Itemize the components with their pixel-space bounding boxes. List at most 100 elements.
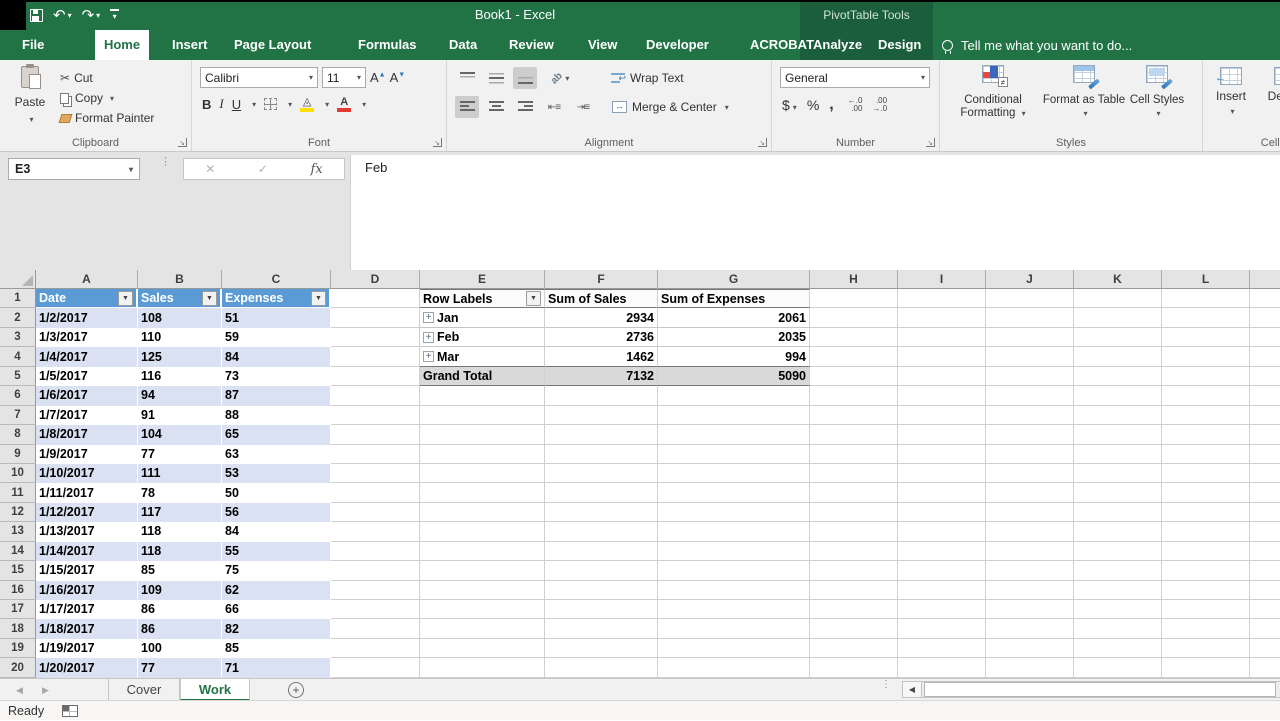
column-header-E[interactable]: E — [420, 270, 545, 289]
cell-I10[interactable] — [898, 464, 986, 483]
cell-F19[interactable] — [545, 639, 658, 658]
tab-acrobat[interactable]: ACROBAT — [750, 30, 814, 60]
cell-D14[interactable] — [331, 542, 420, 561]
cell-A14[interactable]: 1/14/2017 — [36, 542, 138, 561]
cell-K18[interactable] — [1074, 619, 1162, 638]
hscroll-left-arrow[interactable]: ◀ — [902, 681, 922, 698]
tab-review[interactable]: Review — [509, 30, 554, 60]
cell-M20[interactable] — [1250, 658, 1280, 677]
cell-I11[interactable] — [898, 483, 986, 502]
row-header-4[interactable]: 4 — [0, 347, 36, 366]
cell-D16[interactable] — [331, 581, 420, 600]
column-header-G[interactable]: G — [658, 270, 810, 289]
italic-button[interactable]: I — [219, 96, 223, 112]
expand-icon[interactable]: + — [423, 332, 434, 343]
cell-L13[interactable] — [1162, 522, 1250, 541]
cell-B3[interactable]: 110 — [138, 328, 222, 347]
filter-icon[interactable]: ▼ — [118, 291, 133, 306]
cell-F20[interactable] — [545, 658, 658, 677]
row-header-10[interactable]: 10 — [0, 464, 36, 483]
column-header-K[interactable]: K — [1074, 270, 1162, 289]
format-as-table-button[interactable]: Format as Table ▾ — [1042, 65, 1126, 120]
cell-A12[interactable]: 1/12/2017 — [36, 503, 138, 522]
cell-H1[interactable] — [810, 289, 898, 308]
cell-J3[interactable] — [986, 328, 1074, 347]
cell-F7[interactable] — [545, 406, 658, 425]
cell-E12[interactable] — [420, 503, 545, 522]
increase-font-size-button[interactable]: A▲ — [370, 70, 386, 85]
cell-L16[interactable] — [1162, 581, 1250, 600]
font-name-select[interactable]: Calibri▾ — [200, 67, 318, 88]
row-header-9[interactable]: 9 — [0, 445, 36, 464]
cell-H9[interactable] — [810, 445, 898, 464]
cell-I3[interactable] — [898, 328, 986, 347]
cell-J16[interactable] — [986, 581, 1074, 600]
cell-H17[interactable] — [810, 600, 898, 619]
cell-D19[interactable] — [331, 639, 420, 658]
cell-M2[interactable] — [1250, 308, 1280, 327]
cell-L5[interactable] — [1162, 367, 1250, 386]
cell-I16[interactable] — [898, 581, 986, 600]
cell-B4[interactable]: 125 — [138, 347, 222, 366]
cell-G5[interactable]: 5090 — [658, 367, 810, 386]
top-align-button[interactable] — [455, 67, 479, 89]
cell-H5[interactable] — [810, 367, 898, 386]
clipboard-dialog-launcher-icon[interactable] — [178, 138, 187, 147]
underline-button[interactable]: U — [232, 97, 241, 112]
cell-M15[interactable] — [1250, 561, 1280, 580]
cell-H4[interactable] — [810, 347, 898, 366]
column-header-L[interactable]: L — [1162, 270, 1250, 289]
cell-D15[interactable] — [331, 561, 420, 580]
cell-C12[interactable]: 56 — [222, 503, 331, 522]
cell-I7[interactable] — [898, 406, 986, 425]
paste-button[interactable]: Paste ▾ — [8, 66, 52, 127]
pivot-filter-icon[interactable]: ▼ — [526, 291, 541, 306]
conditional-formatting-button[interactable]: ≠ Conditional Formatting ▾ — [944, 65, 1042, 120]
cell-M7[interactable] — [1250, 406, 1280, 425]
cell-G19[interactable] — [658, 639, 810, 658]
cell-E10[interactable] — [420, 464, 545, 483]
row-header-18[interactable]: 18 — [0, 619, 36, 638]
column-header-J[interactable]: J — [986, 270, 1074, 289]
cell-C1[interactable]: Expenses▼ — [222, 289, 331, 308]
cancel-icon[interactable]: ✕ — [205, 162, 215, 176]
cell-D20[interactable] — [331, 658, 420, 677]
cell-A1[interactable]: Date▼ — [36, 289, 138, 308]
cell-M16[interactable] — [1250, 581, 1280, 600]
column-header-A[interactable]: A — [36, 270, 138, 289]
number-format-select[interactable]: General▾ — [780, 67, 930, 88]
fill-color-button[interactable]: ◬ — [300, 97, 314, 112]
cell-A7[interactable]: 1/7/2017 — [36, 406, 138, 425]
cell-M13[interactable] — [1250, 522, 1280, 541]
cell-M3[interactable] — [1250, 328, 1280, 347]
cell-G4[interactable]: 994 — [658, 347, 810, 366]
cell-B15[interactable]: 85 — [138, 561, 222, 580]
cell-A17[interactable]: 1/17/2017 — [36, 600, 138, 619]
cell-D2[interactable] — [331, 308, 420, 327]
cell-L11[interactable] — [1162, 483, 1250, 502]
cell-F18[interactable] — [545, 619, 658, 638]
row-header-5[interactable]: 5 — [0, 367, 36, 386]
cell-E15[interactable] — [420, 561, 545, 580]
cell-K16[interactable] — [1074, 581, 1162, 600]
cell-C20[interactable]: 71 — [222, 658, 331, 677]
cell-J10[interactable] — [986, 464, 1074, 483]
sheet-nav-left-icon[interactable]: ◀ — [16, 679, 23, 701]
cell-M5[interactable] — [1250, 367, 1280, 386]
tab-view[interactable]: View — [588, 30, 617, 60]
cell-A8[interactable]: 1/8/2017 — [36, 425, 138, 444]
cell-K13[interactable] — [1074, 522, 1162, 541]
cell-D18[interactable] — [331, 619, 420, 638]
decrease-decimal-button[interactable]: .00→.0 — [872, 97, 887, 113]
enter-icon[interactable]: ✓ — [258, 162, 268, 176]
cell-D13[interactable] — [331, 522, 420, 541]
cell-J12[interactable] — [986, 503, 1074, 522]
cell-G9[interactable] — [658, 445, 810, 464]
select-all-corner[interactable] — [0, 270, 36, 289]
cell-B13[interactable]: 118 — [138, 522, 222, 541]
cell-H16[interactable] — [810, 581, 898, 600]
cell-K19[interactable] — [1074, 639, 1162, 658]
row-header-11[interactable]: 11 — [0, 483, 36, 502]
customize-qat-button[interactable]: ▾ — [110, 9, 119, 21]
row-header-19[interactable]: 19 — [0, 639, 36, 658]
